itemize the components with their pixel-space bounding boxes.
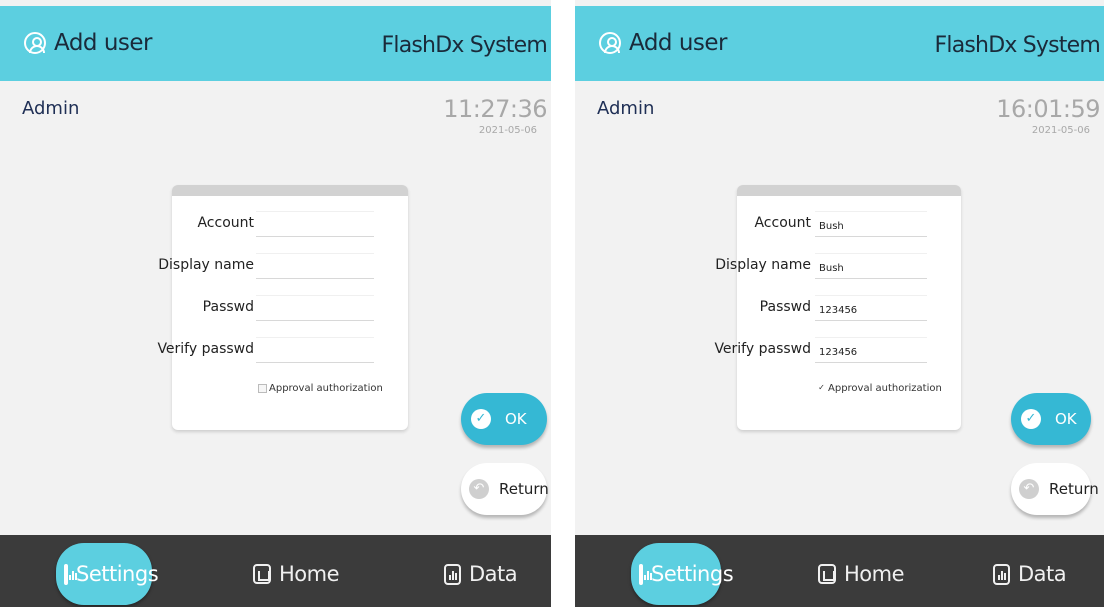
home-icon: [253, 564, 271, 584]
display-name-input[interactable]: [256, 253, 374, 279]
account-row: Account: [172, 209, 408, 239]
approval-checkbox[interactable]: ✓: [817, 384, 826, 393]
page-title: Add user: [54, 30, 153, 56]
clock-date: 2021-05-06: [478, 125, 537, 136]
clock-date: 2021-05-06: [1031, 125, 1090, 136]
brand-name: FlashDx System: [934, 33, 1101, 58]
account-label: Account: [754, 215, 811, 231]
nav-home[interactable]: Home: [818, 543, 905, 605]
ok-label: OK: [505, 410, 527, 428]
passwd-row: Passwd: [737, 293, 961, 323]
nav-home-label: Home: [844, 562, 905, 586]
ok-button[interactable]: ✓ OK: [461, 393, 547, 445]
passwd-input[interactable]: [256, 295, 374, 321]
approval-checkbox[interactable]: [258, 384, 267, 393]
passwd-row: Passwd: [172, 293, 408, 323]
nav-settings[interactable]: Settings: [631, 543, 734, 605]
add-user-screen-filled: Add user FlashDx System Admin 16:01:59 2…: [575, 0, 1104, 607]
current-user: Admin: [597, 98, 655, 119]
nav-settings-label: Settings: [651, 562, 734, 586]
nav-data[interactable]: Data: [444, 543, 518, 605]
clock: 11:27:36 2021-05-06: [443, 95, 547, 136]
clock: 16:01:59 2021-05-06: [996, 95, 1100, 136]
check-icon: ✓: [471, 409, 491, 429]
check-icon: ✓: [1021, 409, 1041, 429]
display-name-input[interactable]: [815, 253, 927, 279]
display-name-row: Display name: [715, 251, 961, 281]
add-user-screen-empty: Add user FlashDx System Admin 11:27:36 2…: [0, 0, 551, 607]
display-name-label: Display name: [158, 257, 254, 273]
user-circle-icon: [599, 32, 621, 54]
add-user-form: Account Display name Passwd Verify passw…: [157, 185, 408, 430]
current-user: Admin: [22, 98, 80, 119]
nav-data[interactable]: Data: [993, 543, 1067, 605]
return-icon: ↶: [469, 479, 489, 499]
account-input[interactable]: [815, 211, 927, 237]
chart-icon: [993, 563, 1010, 585]
ok-label: OK: [1055, 410, 1077, 428]
verify-passwd-input[interactable]: [256, 337, 374, 363]
return-label: Return: [1049, 480, 1099, 498]
nav-data-label: Data: [1018, 562, 1067, 586]
passwd-input[interactable]: [815, 295, 927, 321]
chart-icon: [64, 563, 77, 585]
approval-checkbox-row[interactable]: ✓ Approval authorization: [817, 383, 942, 394]
passwd-label: Passwd: [202, 299, 254, 315]
top-bar: Add user FlashDx System: [575, 6, 1104, 81]
home-icon: [818, 564, 836, 584]
passwd-label: Passwd: [759, 299, 811, 315]
display-name-label: Display name: [715, 257, 811, 273]
verify-passwd-label: Verify passwd: [714, 341, 811, 357]
chart-icon: [444, 563, 461, 585]
nav-settings-label: Settings: [76, 562, 159, 586]
approval-checkbox-row[interactable]: Approval authorization: [258, 383, 383, 394]
return-icon: ↶: [1019, 479, 1039, 499]
top-bar: Add user FlashDx System: [0, 6, 551, 81]
return-button[interactable]: ↶ Return: [461, 463, 549, 515]
chart-icon: [639, 563, 652, 585]
return-label: Return: [499, 480, 549, 498]
account-label: Account: [197, 215, 254, 231]
page-title: Add user: [629, 30, 728, 56]
ok-button[interactable]: ✓ OK: [1011, 393, 1091, 445]
verify-passwd-row: Verify passwd: [157, 335, 408, 365]
verify-passwd-label: Verify passwd: [157, 341, 254, 357]
add-user-form: Account Display name Passwd Verify passw…: [714, 185, 961, 430]
return-button[interactable]: ↶ Return: [1011, 463, 1099, 515]
bottom-nav: Settings Home Data: [0, 535, 551, 607]
user-circle-icon: [24, 32, 46, 54]
verify-passwd-input[interactable]: [815, 337, 927, 363]
account-input[interactable]: [256, 211, 374, 237]
nav-settings[interactable]: Settings: [56, 543, 159, 605]
bottom-nav: Settings Home Data: [575, 535, 1104, 607]
nav-data-label: Data: [469, 562, 518, 586]
brand-name: FlashDx System: [381, 33, 548, 58]
clock-time: 16:01:59: [996, 95, 1100, 123]
clock-time: 11:27:36: [443, 95, 547, 123]
display-name-row: Display name: [158, 251, 408, 281]
account-row: Account: [737, 209, 961, 239]
verify-passwd-row: Verify passwd: [714, 335, 961, 365]
nav-home[interactable]: Home: [253, 543, 340, 605]
nav-home-label: Home: [279, 562, 340, 586]
approval-label: Approval authorization: [269, 383, 383, 394]
approval-label: Approval authorization: [828, 383, 942, 394]
